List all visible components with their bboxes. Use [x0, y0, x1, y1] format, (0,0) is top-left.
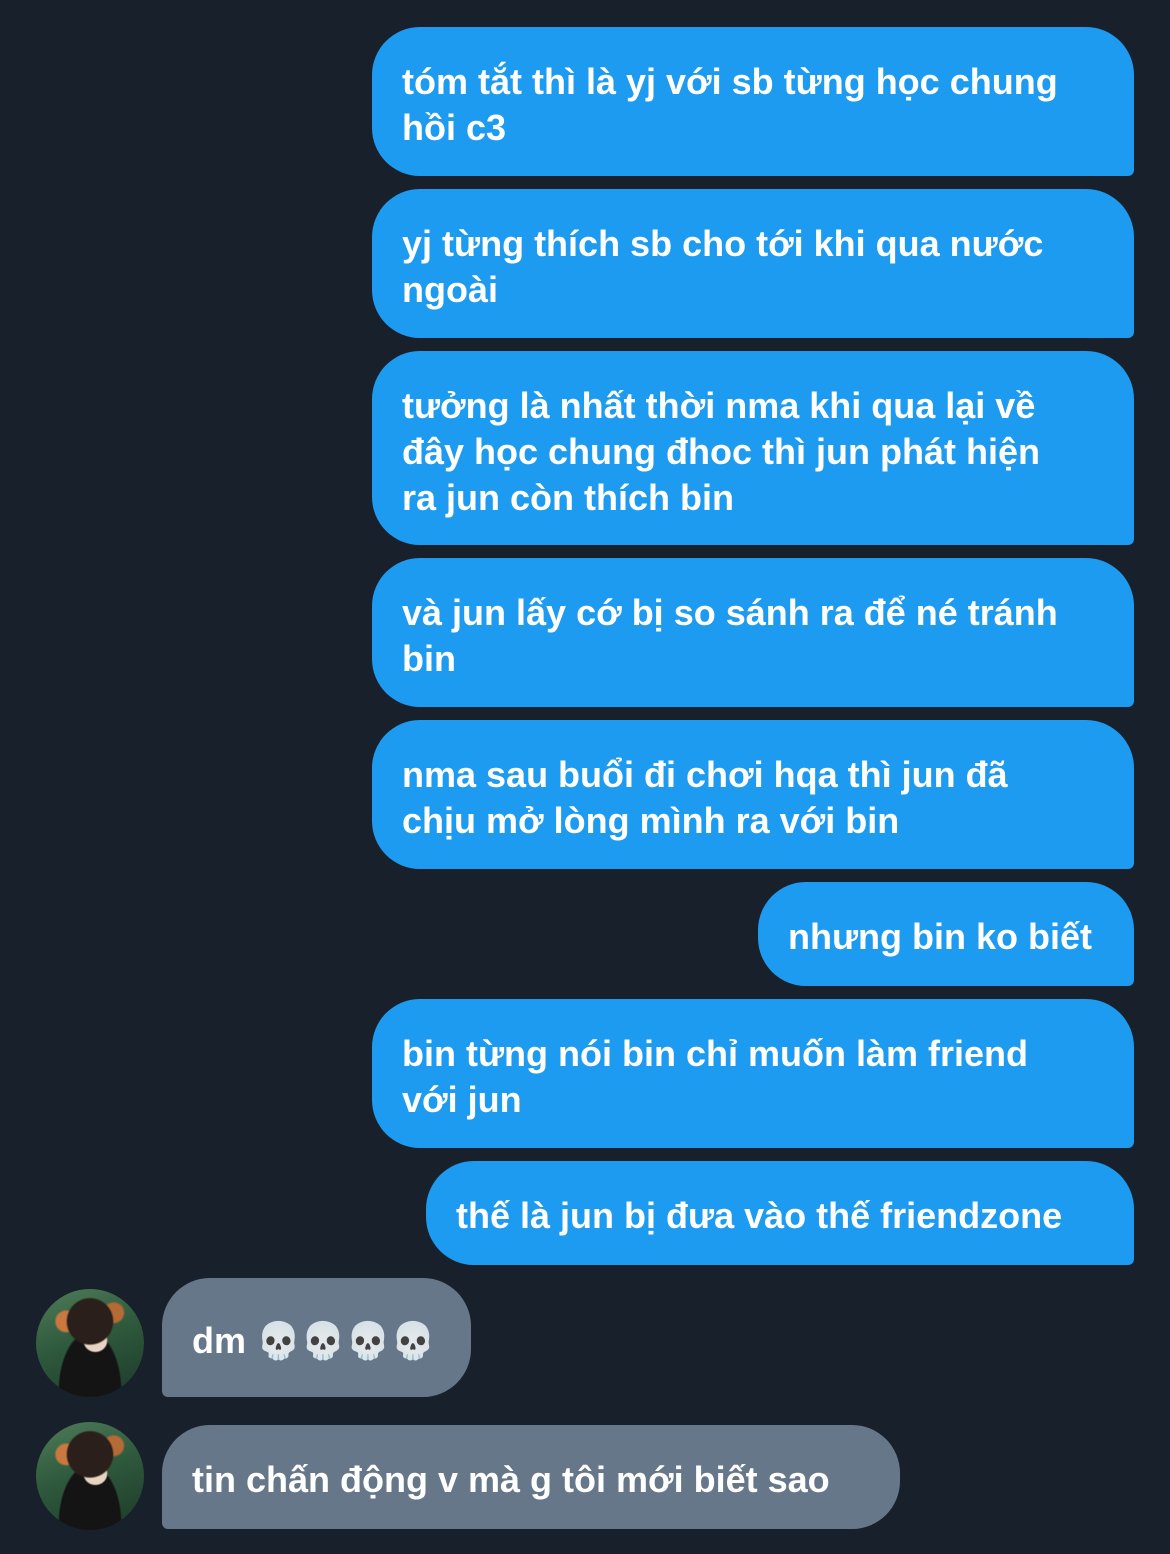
message-bubble-sent[interactable]: tóm tắt thì là yj với sb từng học chung …	[372, 27, 1134, 176]
contact-avatar[interactable]	[36, 1289, 144, 1397]
message-bubble-sent[interactable]: yj từng thích sb cho tới khi qua nước ng…	[372, 189, 1134, 338]
message-bubble-sent[interactable]: nhưng bin ko biết	[758, 882, 1134, 986]
contact-avatar[interactable]	[36, 1422, 144, 1530]
message-bubble-received[interactable]: dm 💀💀💀💀	[162, 1278, 471, 1397]
message-bubble-received[interactable]: tin chấn động v mà g tôi mới biết sao	[162, 1425, 900, 1529]
message-bubble-sent[interactable]: và jun lấy cớ bị so sánh ra để né tránh …	[372, 558, 1134, 707]
message-bubble-sent[interactable]: bin từng nói bin chỉ muốn làm friend với…	[372, 999, 1134, 1148]
message-bubble-sent[interactable]: thế là jun bị đưa vào thế friendzone	[426, 1161, 1134, 1265]
message-bubble-sent[interactable]: nma sau buổi đi chơi hqa thì jun đã chịu…	[372, 720, 1134, 869]
message-bubble-sent[interactable]: tưởng là nhất thời nma khi qua lại về đâ…	[372, 351, 1134, 545]
